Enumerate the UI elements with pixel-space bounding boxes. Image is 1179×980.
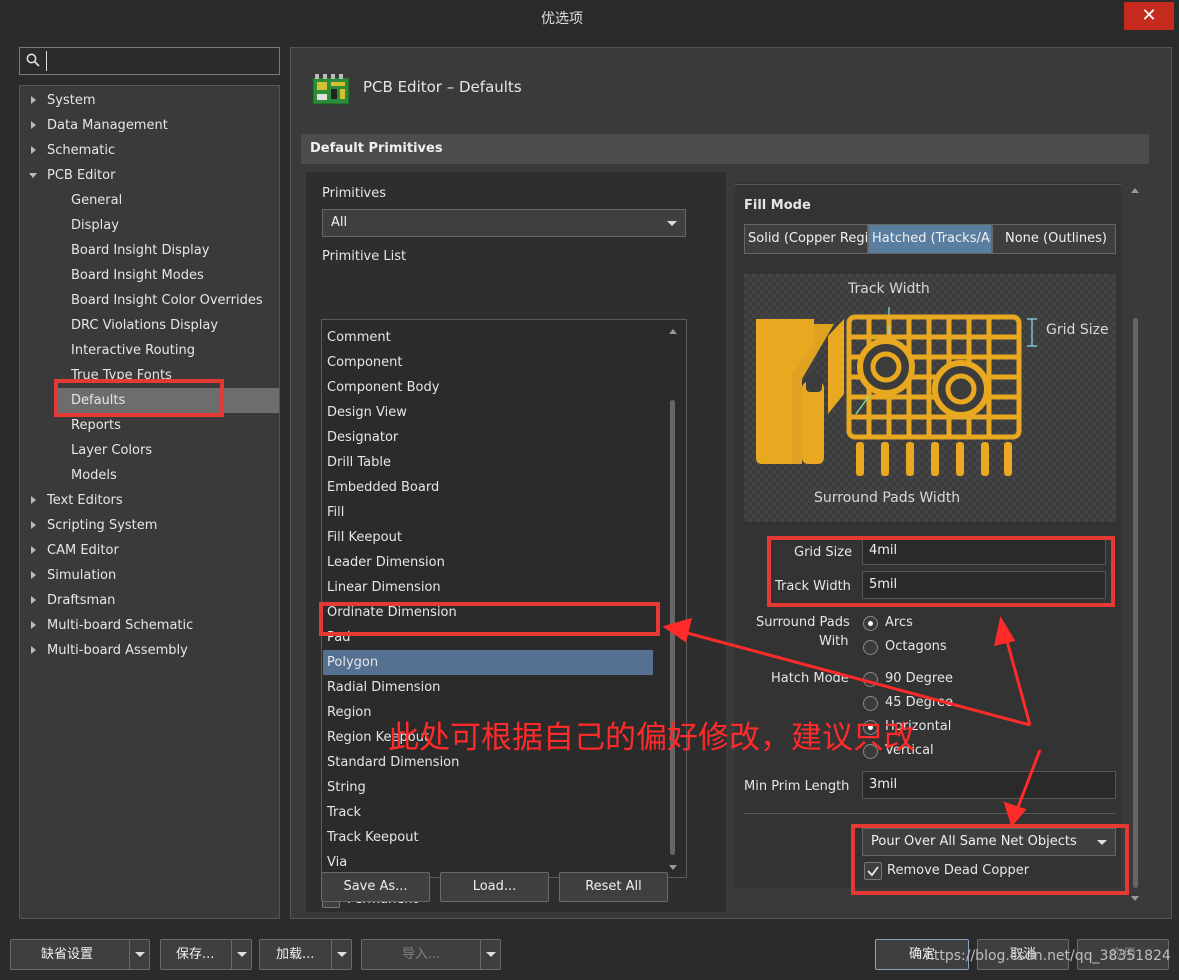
defaults-button-label: 缺省设置 [41,947,94,962]
load-settings-button-label: 加载... [276,947,315,962]
import-button-label: 导入... [402,947,441,962]
defaults-button[interactable]: 缺省设置 [10,939,150,970]
chevron-down-icon[interactable] [129,940,149,969]
chevron-down-icon[interactable] [231,940,251,969]
watermark: https://blog.csdn.net/qq_38351824 [925,948,1171,964]
load-settings-button[interactable]: 加载... [259,939,352,970]
chevron-down-icon[interactable] [480,940,500,969]
save-button[interactable]: 保存... [160,939,252,970]
save-button-label: 保存... [176,947,215,962]
annotation-arrows [662,615,1042,828]
import-button[interactable]: 导入... [361,939,501,970]
chevron-down-icon[interactable] [331,940,351,969]
annotation-text: 此处可根据自己的偏好修改，建议只改 [388,720,915,756]
